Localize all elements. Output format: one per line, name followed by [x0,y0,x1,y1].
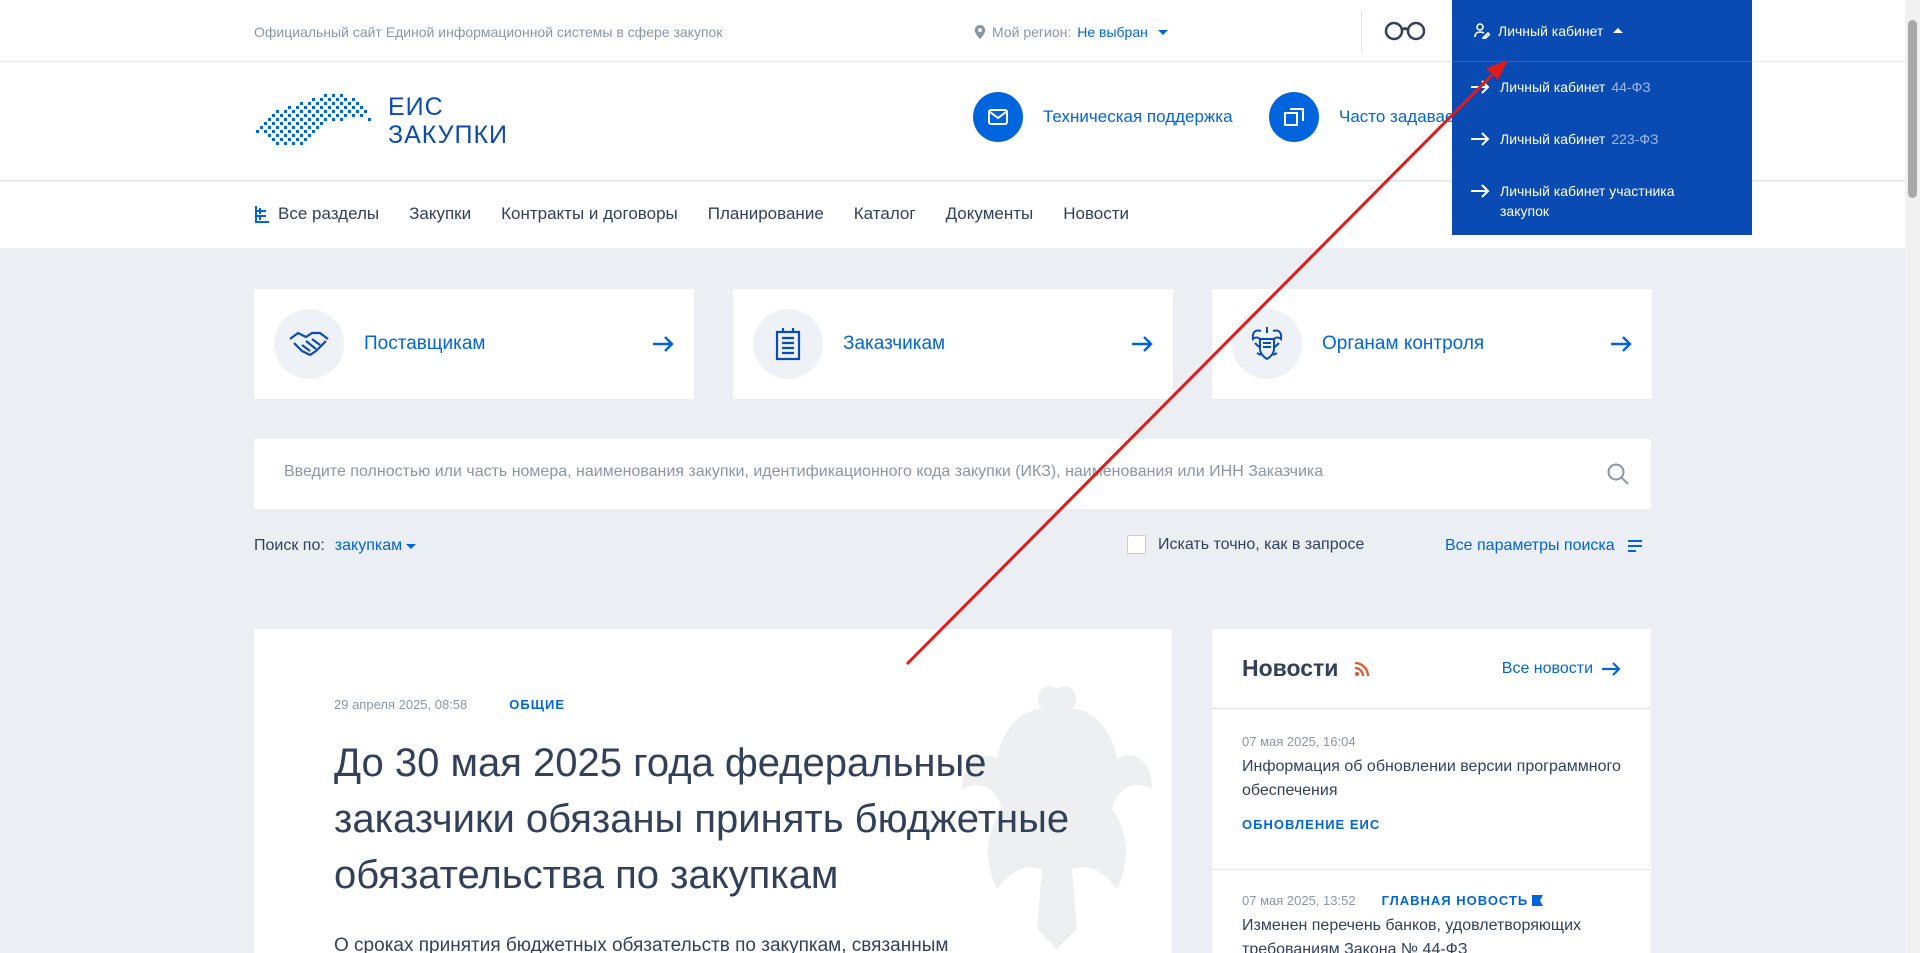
cabinet-item-label: Личный кабинет участника закупок [1500,183,1675,219]
news-text[interactable]: Изменен перечень банков, удовлетворяющих… [1242,914,1622,953]
region-value[interactable]: Не выбран [1077,24,1148,40]
building-icon [753,309,823,379]
all-news-label: Все новости [1501,659,1593,677]
chevron-up-icon [1613,28,1624,33]
nav-item-documents[interactable]: Документы [946,204,1034,224]
chevron-down-icon [1157,29,1168,35]
role-card-customers[interactable]: Заказчикам [733,289,1173,399]
divider [1212,869,1651,870]
search-by: Поиск по: закупкам [254,537,417,555]
nav-item-news[interactable]: Новости [1063,204,1129,224]
role-label: Органам контроля [1322,333,1485,354]
search-box [254,439,1651,509]
arrow-right-icon [653,336,674,352]
article-title[interactable]: До 30 мая 2025 года федеральные заказчик… [334,735,1114,903]
emblem-icon [1232,309,1302,379]
search-by-label: Поиск по: [254,537,325,554]
arrow-right-icon [1471,132,1490,146]
arrow-right-icon [1611,336,1632,352]
page-scrollbar[interactable] [1905,0,1920,953]
news-header: Новости Все новости [1242,655,1621,682]
search-input[interactable] [284,463,1564,481]
nav-item-label: Все разделы [278,204,380,223]
news-item[interactable]: 07 мая 2025, 16:04 Информация об обновле… [1242,734,1622,832]
featured-article[interactable]: 29 апреля 2025, 08:58 ОБЩИЕ До 30 мая 20… [254,629,1172,953]
cabinet-item-participant[interactable]: Личный кабинет участника закупок [1470,181,1710,221]
eis-logo[interactable]: ЕИС ЗАКУПКИ [254,90,508,152]
divider [1361,10,1362,52]
arrow-right-icon [1471,80,1490,94]
sections-icon [255,206,269,223]
cabinet-item-label: Личный кабинет [1500,79,1606,95]
news-tag[interactable]: ОБНОВЛЕНИЕ ЕИС [1242,817,1622,832]
mail-icon [973,92,1023,142]
news-panel: Новости Все новости 07 мая 2025, 16:04 И… [1212,629,1651,953]
rss-icon[interactable] [1354,661,1370,677]
filter-lines-icon [1627,540,1642,552]
arrow-right-icon [1602,661,1621,676]
news-date: 07 мая 2025, 16:04 [1242,734,1356,749]
chevron-down-icon [406,543,417,549]
region-selector[interactable]: Мой регион: Не выбран [974,24,1168,40]
role-card-control-bodies[interactable]: Органам контроля [1212,289,1652,399]
user-edit-icon [1474,22,1490,39]
news-item[interactable]: 07 мая 2025, 13:52 ГЛАВНАЯ НОВОСТЬ Измен… [1242,893,1622,953]
role-label: Заказчикам [843,333,946,354]
all-search-params-label: Все параметры поиска [1445,537,1615,554]
cabinet-item-label: Личный кабинет [1500,131,1606,147]
cabinet-toggle[interactable]: Личный кабинет [1452,0,1752,62]
nav-item-purchases[interactable]: Закупки [409,204,471,224]
role-card-suppliers[interactable]: Поставщикам [254,289,694,399]
search-icon[interactable] [1607,463,1629,485]
main-news-label: ГЛАВНАЯ НОВОСТЬ [1381,893,1529,908]
flag-icon [1532,895,1544,906]
arrow-right-icon [1471,184,1490,198]
scrollbar-thumb[interactable] [1908,20,1917,198]
site-caption: Официальный сайт Единой информационной с… [254,24,723,40]
exact-search-checkbox[interactable] [1127,535,1146,554]
cabinet-item-44fz[interactable]: Личный кабинет 44-ФЗ [1470,77,1651,97]
handshake-icon [274,309,344,379]
news-date: 07 мая 2025, 13:52 [1242,893,1356,908]
exact-search-option[interactable]: Искать точно, как в запросе [1127,535,1364,554]
all-search-params-link[interactable]: Все параметры поиска [1445,537,1643,555]
arrow-right-icon [1132,336,1153,352]
nav-item-contracts[interactable]: Контракты и договоры [501,204,678,224]
article-tag[interactable]: ОБЩИЕ [509,697,565,712]
tech-support-link[interactable]: Техническая поддержка [973,92,1233,142]
location-pin-icon [974,25,986,39]
russia-map-logo-icon [256,94,371,145]
article-meta: 29 апреля 2025, 08:58 ОБЩИЕ [334,697,565,712]
faq-link[interactable]: Часто задавае [1269,92,1454,142]
faq-label: Часто задавае [1339,107,1455,126]
logo-line-1: ЕИС [388,93,444,121]
cabinet-item-223fz[interactable]: Личный кабинет 223-ФЗ [1470,129,1658,149]
faq-icon [1269,92,1319,142]
nav-item-planning[interactable]: Планирование [708,204,824,224]
role-label: Поставщикам [364,333,486,354]
main-news-badge: ГЛАВНАЯ НОВОСТЬ [1382,893,1544,908]
logo-line-2: ЗАКУПКИ [388,121,509,149]
accessibility-glasses-icon[interactable] [1383,20,1427,42]
region-label: Мой регион: [992,24,1072,40]
news-title: Новости [1242,655,1339,681]
divider [1212,708,1651,709]
cabinet-title: Личный кабинет [1498,22,1604,39]
nav-item-catalog[interactable]: Каталог [854,204,916,224]
article-date: 29 апреля 2025, 08:58 [334,697,468,712]
all-news-link[interactable]: Все новости [1502,660,1621,678]
nav-item-all-sections[interactable]: Все разделы [254,204,379,224]
article-lead: О сроках принятия бюджетных обязательств… [334,935,949,953]
cabinet-item-law: 223-ФЗ [1611,131,1659,147]
exact-search-label: Искать точно, как в запросе [1158,535,1365,553]
search-by-value: закупкам [334,537,403,554]
tech-support-label: Техническая поддержка [1043,107,1233,126]
cabinet-dropdown: Личный кабинет Личный кабинет 44-ФЗ Личны… [1452,0,1752,235]
news-text[interactable]: Информация об обновлении версии программ… [1242,755,1622,803]
cabinet-item-law: 44-ФЗ [1611,79,1651,95]
search-by-select[interactable]: закупкам [334,537,417,555]
